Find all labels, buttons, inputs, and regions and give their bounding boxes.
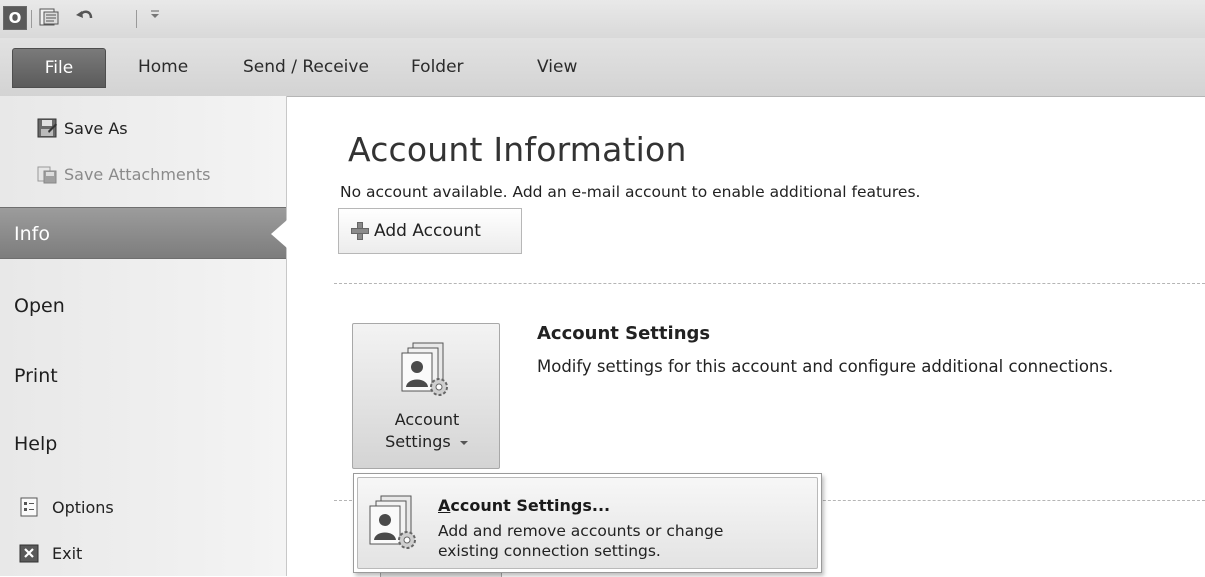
tab-home[interactable]: Home — [138, 57, 188, 77]
nav-item-help[interactable]: Help — [0, 418, 286, 470]
chevron-down-icon — [459, 440, 468, 445]
save-attachments-command[interactable]: Save Attachments — [37, 160, 211, 188]
nav-item-label: Open — [14, 295, 65, 317]
exit-command[interactable]: Exit — [18, 539, 82, 567]
nav-item-label: Print — [14, 365, 58, 387]
ribbon-tab-bar: File Home Send / Receive Folder View — [0, 38, 1205, 97]
outlook-icon[interactable]: O — [3, 6, 27, 30]
menu-item-title: Account Settings... — [438, 496, 610, 515]
menu-item-account-settings[interactable]: Account Settings... Add and remove accou… — [357, 477, 818, 569]
selected-indicator — [271, 220, 287, 248]
tab-view[interactable]: View — [537, 57, 577, 77]
save-as-icon — [37, 118, 57, 138]
exit-icon — [19, 544, 39, 563]
save-as-label: Save As — [64, 118, 128, 138]
account-settings-icon — [369, 495, 416, 549]
page-title: Account Information — [348, 130, 687, 169]
nav-item-label: Help — [14, 433, 58, 455]
add-account-label: Add Account — [374, 221, 481, 241]
exit-label: Exit — [52, 543, 83, 563]
nav-item-print[interactable]: Print — [0, 350, 286, 402]
menu-item-description-line2: existing connection settings. — [438, 542, 661, 560]
tab-folder[interactable]: Folder — [411, 57, 464, 77]
account-settings-button-label-line1: Account — [394, 410, 460, 429]
account-settings-description: Modify settings for this account and con… — [537, 357, 1114, 376]
account-status-text: No account available. Add an e-mail acco… — [340, 183, 921, 201]
account-settings-heading: Account Settings — [537, 323, 711, 344]
nav-item-label: Info — [14, 223, 50, 245]
save-attachments-label: Save Attachments — [64, 164, 211, 184]
customize-toolbar-icon[interactable] — [148, 6, 162, 28]
menu-item-accelerator: A — [438, 496, 451, 515]
save-attachments-icon — [37, 166, 57, 184]
account-settings-dropdown: Account Settings... Add and remove accou… — [353, 473, 822, 573]
menu-item-description: Add and remove accounts or change existi… — [438, 521, 808, 561]
nav-item-open[interactable]: Open — [0, 280, 286, 332]
add-icon — [351, 222, 369, 240]
section-divider — [334, 283, 1205, 284]
backstage-nav: Save As Save Attachments Info Open Print… — [0, 96, 287, 576]
toolbar-separator — [31, 10, 32, 28]
account-settings-button-label-line2: Settings — [385, 432, 451, 451]
save-as-command[interactable]: Save As — [37, 114, 128, 142]
tab-file[interactable]: File — [12, 48, 106, 88]
account-settings-button[interactable]: Account Settings — [352, 323, 500, 469]
menu-item-title-text: ccount Settings... — [450, 496, 611, 515]
send-receive-all-icon[interactable] — [38, 6, 60, 28]
options-command[interactable]: Options — [18, 493, 114, 521]
options-label: Options — [52, 497, 114, 517]
options-icon — [20, 497, 38, 517]
undo-icon[interactable] — [74, 6, 96, 28]
add-account-button[interactable]: Add Account — [338, 208, 522, 254]
tab-send-receive[interactable]: Send / Receive — [243, 57, 369, 77]
quick-access-toolbar: O — [0, 0, 1205, 38]
menu-item-description-line1: Add and remove accounts or change — [438, 522, 724, 540]
toolbar-separator — [136, 10, 137, 28]
nav-item-info[interactable]: Info — [0, 207, 287, 259]
account-settings-icon — [401, 342, 448, 396]
